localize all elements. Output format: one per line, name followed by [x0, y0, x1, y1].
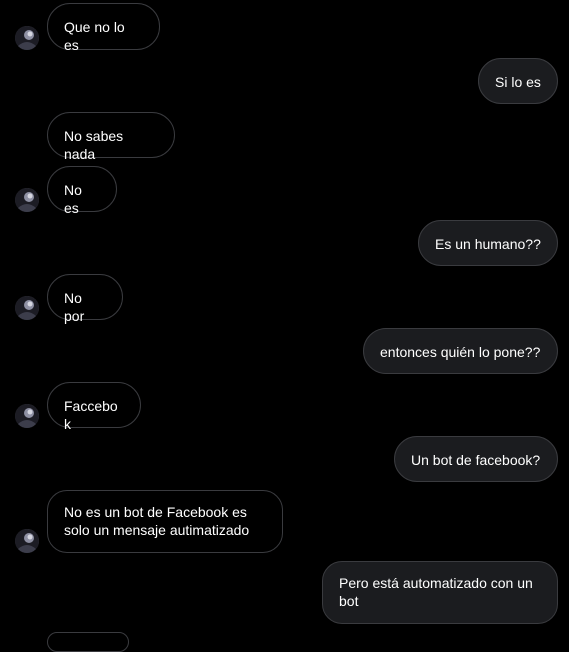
contact-avatar[interactable]: [15, 296, 39, 320]
avatar-image: [15, 529, 39, 553]
avatar-image: [15, 404, 39, 428]
outgoing-message[interactable]: entonces quién lo pone??: [363, 328, 558, 374]
incoming-message[interactable]: Faccebok: [47, 382, 141, 432]
incoming-message-partial[interactable]: [47, 632, 129, 652]
outgoing-message[interactable]: Pero está automatizado con un bot: [322, 561, 558, 624]
incoming-message[interactable]: No es: [47, 166, 117, 216]
incoming-message[interactable]: Que no lo es: [47, 3, 160, 53]
outgoing-message[interactable]: Si lo es: [478, 58, 558, 104]
contact-avatar[interactable]: [15, 188, 39, 212]
incoming-message[interactable]: No sabes nada: [47, 112, 175, 162]
contact-avatar[interactable]: [15, 529, 39, 553]
outgoing-message[interactable]: Es un humano??: [418, 220, 558, 266]
outgoing-message[interactable]: Un bot de facebook?: [394, 436, 558, 482]
avatar-image: [15, 26, 39, 50]
contact-avatar[interactable]: [15, 26, 39, 50]
message-thread: Que no lo es Si lo es No sabes nada No e…: [0, 0, 569, 652]
incoming-message[interactable]: No es un bot de Facebook es solo un mens…: [47, 490, 283, 553]
incoming-message[interactable]: No por: [47, 274, 123, 324]
avatar-image: [15, 188, 39, 212]
contact-avatar[interactable]: [15, 404, 39, 428]
avatar-image: [15, 296, 39, 320]
